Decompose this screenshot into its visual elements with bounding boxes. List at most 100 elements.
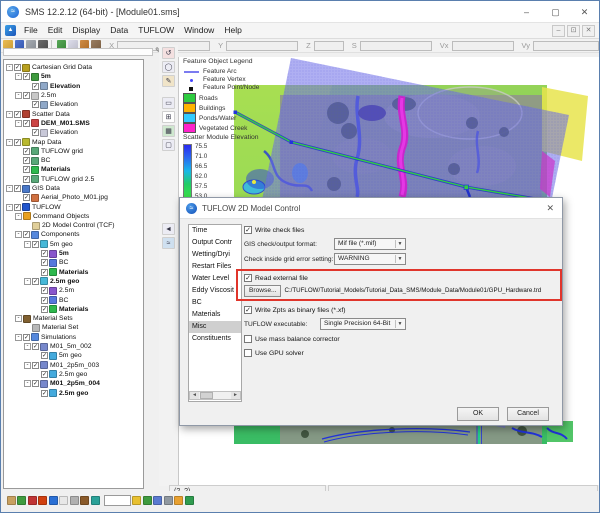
open-simulation-icon[interactable] <box>174 496 183 505</box>
dialog-tab-output-contr[interactable]: Output Contr <box>189 237 241 249</box>
expander-icon[interactable]: - <box>6 111 13 118</box>
tree-item[interactable]: -✓M01_2p5m_003 <box>4 361 143 370</box>
tree-checkbox[interactable]: ✓ <box>41 287 48 294</box>
dialog-close-icon[interactable]: ✕ <box>546 203 554 214</box>
tree-item[interactable]: ✓Aerial_Photo_M01.jpg <box>4 193 143 202</box>
tree-item[interactable]: -✓2.5m <box>4 91 143 100</box>
expander-icon[interactable]: - <box>15 92 22 99</box>
particle-module-icon[interactable] <box>70 496 79 505</box>
dialog-tab-materials[interactable]: Materials <box>189 309 241 321</box>
read-external-file-checkbox[interactable]: ✓ <box>244 274 252 282</box>
tree-checkbox[interactable]: ✓ <box>23 194 30 201</box>
brush-tool-icon[interactable]: ✎ <box>162 75 175 87</box>
tree-item[interactable]: -✓2.5m geo <box>4 277 143 286</box>
browse-button[interactable]: Browse... <box>244 285 281 297</box>
dialog-tab-water-level[interactable]: Water Level <box>189 273 241 285</box>
tree-checkbox[interactable]: ✓ <box>32 241 39 248</box>
expander-icon[interactable]: - <box>15 334 22 341</box>
coord-input-s[interactable] <box>360 41 432 51</box>
expander-icon[interactable]: - <box>24 278 31 285</box>
tree-item[interactable]: ✓Materials <box>4 305 143 314</box>
menu-file[interactable]: File <box>19 23 43 38</box>
tree-checkbox[interactable]: ✓ <box>14 64 21 71</box>
expander-icon[interactable]: - <box>6 64 13 71</box>
tree-checkbox[interactable]: ✓ <box>23 157 30 164</box>
tree-item[interactable]: -✓Components <box>4 230 143 239</box>
tree-item[interactable]: ✓BC <box>4 156 143 165</box>
tree-checkbox[interactable]: ✓ <box>32 129 39 136</box>
expander-icon[interactable]: - <box>6 204 13 211</box>
close-button[interactable]: ✕ <box>570 1 599 23</box>
tree-checkbox[interactable]: ✓ <box>32 343 39 350</box>
coord-input-vy[interactable] <box>533 41 599 51</box>
tree-item[interactable]: ✓Elevation <box>4 82 143 91</box>
tab-list-scrollbar[interactable]: ◄ ► <box>189 391 241 400</box>
tree-checkbox[interactable]: ✓ <box>32 380 39 387</box>
plot-window-icon[interactable]: ≈ <box>162 237 175 249</box>
dialog-tab-constituents[interactable]: Constituents <box>189 333 241 345</box>
annotation-module-icon[interactable] <box>80 496 89 505</box>
model-check-icon[interactable] <box>153 496 162 505</box>
tree-item[interactable]: ✓BC <box>4 258 143 267</box>
tree-item[interactable]: ✓Materials <box>4 165 143 174</box>
tree-checkbox[interactable]: ✓ <box>32 101 39 108</box>
expander-icon[interactable]: - <box>15 120 22 127</box>
expander-icon[interactable]: - <box>24 343 31 350</box>
tree-checkbox[interactable]: ✓ <box>41 259 48 266</box>
scroll-right-icon[interactable]: ► <box>231 392 240 399</box>
tree-checkbox[interactable]: ✓ <box>32 362 39 369</box>
scrollbar-thumb[interactable] <box>200 392 213 399</box>
scatter-module-icon[interactable] <box>28 496 37 505</box>
material-properties-icon[interactable] <box>143 496 152 505</box>
mdi-restore-button[interactable]: ⊡ <box>567 25 580 37</box>
menu-edit[interactable]: Edit <box>43 23 68 38</box>
tree-checkbox[interactable]: ✓ <box>23 176 30 183</box>
tree-item[interactable]: ✓2.5m geo <box>4 388 143 397</box>
dialog-tab-bc[interactable]: BC <box>189 297 241 309</box>
run-simulation-icon[interactable] <box>185 496 194 505</box>
raster-module-icon[interactable] <box>91 496 100 505</box>
tree-item[interactable]: 2D Model Control (TCF) <box>4 221 143 230</box>
expander-icon[interactable]: - <box>6 185 13 192</box>
scroll-left-icon[interactable]: ◄ <box>190 392 199 399</box>
tree-item[interactable]: -✓DEM_M01.SMS <box>4 119 143 128</box>
tree-checkbox[interactable]: ✓ <box>14 185 21 192</box>
tree-item[interactable]: -✓M01_5m_002 <box>4 342 143 351</box>
tree-checkbox[interactable]: ✓ <box>14 204 21 211</box>
expander-icon[interactable]: - <box>24 362 31 369</box>
model-control-icon[interactable] <box>164 496 173 505</box>
expander-icon[interactable]: - <box>24 380 31 387</box>
menu-tuflow[interactable]: TUFLOW <box>133 23 179 38</box>
menu-window[interactable]: Window <box>179 23 219 38</box>
tree-checkbox[interactable]: ✓ <box>14 139 21 146</box>
mdi-close-button[interactable]: ✕ <box>582 25 595 37</box>
cancel-button[interactable]: Cancel <box>507 407 549 421</box>
tree-item[interactable]: ✓BC <box>4 295 143 304</box>
tree-checkbox[interactable]: ✓ <box>23 92 30 99</box>
tree-checkbox[interactable]: ✓ <box>32 278 39 285</box>
rotate-tool-icon[interactable]: ↺ <box>162 47 175 59</box>
tree-item[interactable]: -✓TUFLOW <box>4 202 143 211</box>
display-options-icon[interactable]: ▦ <box>162 125 175 137</box>
tree-checkbox[interactable]: ✓ <box>41 250 48 257</box>
tree-checkbox[interactable]: ✓ <box>32 83 39 90</box>
tree-item[interactable]: Material Set <box>4 323 143 332</box>
tree-checkbox[interactable]: ✓ <box>23 334 30 341</box>
gpu-solver-checkbox[interactable] <box>244 349 252 357</box>
write-zpts-checkbox[interactable]: ✓ <box>244 306 252 314</box>
tree-item[interactable]: -Command Objects <box>4 212 143 221</box>
tree-checkbox[interactable]: ✓ <box>41 297 48 304</box>
mass-balance-checkbox[interactable] <box>244 335 252 343</box>
tree-item[interactable]: ✓TUFLOW grid <box>4 147 143 156</box>
dialog-tab-time[interactable]: Time <box>189 225 241 237</box>
dialog-title-bar[interactable]: ≈ TUFLOW 2D Model Control ✕ <box>180 198 562 219</box>
previous-zoom-icon[interactable]: ◄ <box>162 223 175 235</box>
dialog-tab-restart-files[interactable]: Restart Files <box>189 261 241 273</box>
expander-icon[interactable]: - <box>15 315 22 322</box>
tree-item[interactable]: -✓Map Data <box>4 137 143 146</box>
ok-button[interactable]: OK <box>457 407 499 421</box>
dialog-tab-wetting-dryi[interactable]: Wetting/Dryi <box>189 249 241 261</box>
tree-item[interactable]: -✓Cartesian Grid Data <box>4 63 143 72</box>
expander-icon[interactable]: - <box>24 241 31 248</box>
tree-item[interactable]: -✓Scatter Data <box>4 109 143 118</box>
